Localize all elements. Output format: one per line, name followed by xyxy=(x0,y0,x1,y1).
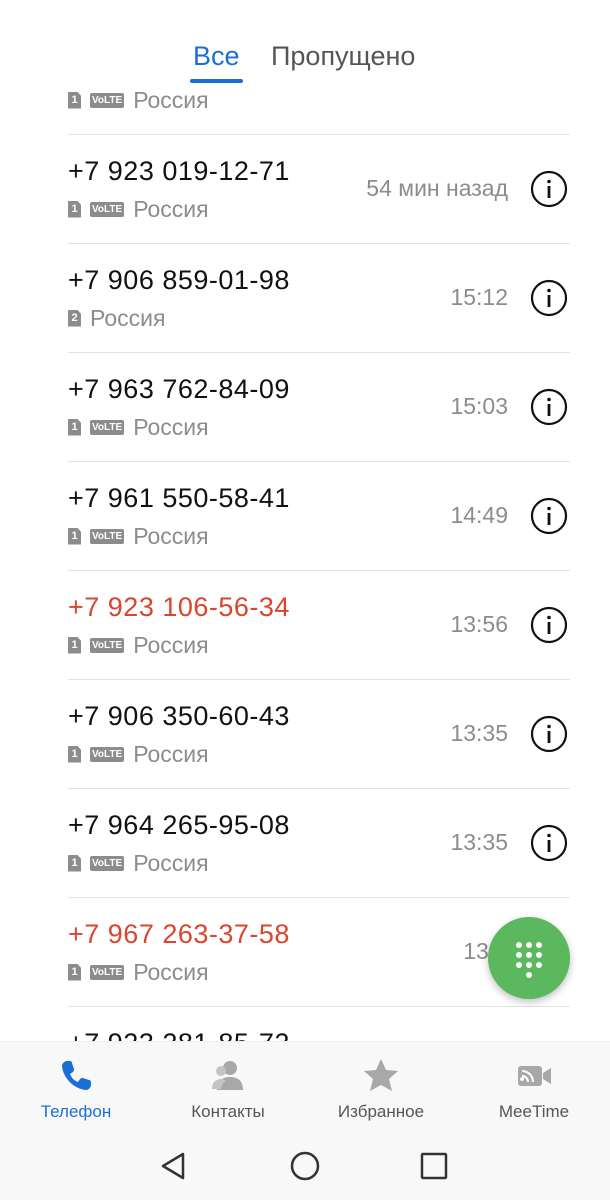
sim-card-icon: 2 xyxy=(68,309,81,327)
volte-badge-icon: VoLTE xyxy=(90,637,125,653)
sim-card-icon: 1 xyxy=(68,963,81,981)
volte-badge-icon: VoLTE xyxy=(90,528,125,544)
tab-missed[interactable]: Пропущено xyxy=(271,38,415,74)
info-icon[interactable] xyxy=(530,497,568,535)
star-icon xyxy=(364,1059,398,1091)
call-subtitle: 2 Россия xyxy=(68,304,165,332)
call-subtitle: 1 VoLTE Россия xyxy=(68,958,209,986)
call-time: 54 мин назад xyxy=(366,175,508,201)
info-icon[interactable] xyxy=(530,170,568,208)
info-icon[interactable] xyxy=(530,715,568,753)
call-log-row[interactable]: +7 923 106-56-34 1 VoLTE Россия 13:56 xyxy=(68,571,570,680)
nav-label-contacts: Контакты xyxy=(191,1102,265,1121)
volte-badge-icon: VoLTE xyxy=(90,746,125,762)
call-log-tabs: Все Пропущено xyxy=(0,0,610,90)
call-log-row[interactable]: +7 923 019-12-71 1 VoLTE Россия 54 мин назад xyxy=(68,135,570,244)
call-time: 14:49 xyxy=(450,502,508,528)
call-time: 13:35 xyxy=(450,829,508,855)
sim-card-icon: 1 xyxy=(68,745,81,763)
call-number: +7 906 859-01-98 xyxy=(68,265,290,295)
info-icon[interactable] xyxy=(530,824,568,862)
sim-card-icon: 1 xyxy=(68,91,81,109)
info-icon[interactable] xyxy=(530,388,568,426)
call-time: 15:12 xyxy=(450,284,508,310)
call-time: 15:03 xyxy=(450,393,508,419)
call-log-row[interactable]: +7 961 550-58-41 1 VoLTE Россия 14:49 xyxy=(68,462,570,571)
call-log-row[interactable]: +7 923 281-85-721VoLTEРоссия xyxy=(68,1007,570,1041)
call-log-row[interactable]: +7 906 350-60-43 1 VoLTE Россия 13:35 xyxy=(68,680,570,789)
call-subtitle: 1 VoLTE Россия xyxy=(68,195,209,223)
dialpad-icon xyxy=(516,942,542,978)
sim-card-icon: 1 xyxy=(68,527,81,545)
call-number: +7 961 550-58-41 xyxy=(68,483,290,513)
phone-icon xyxy=(62,1061,91,1090)
info-icon[interactable] xyxy=(530,606,568,644)
call-location: Россия xyxy=(133,86,209,113)
call-number: +7 964 265-95-08 xyxy=(68,810,290,840)
tab-all[interactable]: Все xyxy=(193,38,240,74)
call-subtitle: 1 VoLTE Россия xyxy=(68,740,209,768)
nav-item-favorites[interactable]: Избранное xyxy=(305,1042,457,1132)
system-navigation-bar xyxy=(0,1131,610,1200)
nav-label-phone: Телефон xyxy=(40,1102,112,1121)
volte-badge-icon: VoLTE xyxy=(90,92,125,108)
call-location: Россия xyxy=(133,740,209,767)
call-location: Россия xyxy=(133,413,209,440)
call-subtitle: 1 VoLTE Россия xyxy=(68,413,209,441)
dialpad-button[interactable] xyxy=(488,917,570,999)
call-log-row[interactable]: +7 964 265-95-08 1 VoLTE Россия 13:35 xyxy=(68,789,570,898)
call-time: 13:35 xyxy=(450,720,508,746)
sim-card-icon: 1 xyxy=(68,418,81,436)
call-time: 13:56 xyxy=(450,611,508,637)
nav-item-phone[interactable]: Телефон xyxy=(0,1042,152,1132)
call-subtitle: 1 VoLTE Россия xyxy=(68,631,209,659)
call-subtitle: 1 VoLTE Россия xyxy=(68,522,209,550)
meetime-icon xyxy=(518,1066,551,1086)
call-log-list[interactable]: 1 VoLTE Россия +7 923 019-12-71 1 VoLTE Россия… xyxy=(0,0,610,1041)
volte-badge-icon: VoLTE xyxy=(90,964,125,980)
call-number: +7 923 019-12-71 xyxy=(68,156,290,186)
missed-call-number: +7 967 263-37-58 xyxy=(68,919,290,949)
home-icon[interactable] xyxy=(288,1149,322,1183)
call-location: Россия xyxy=(133,195,209,222)
volte-badge-icon: VoLTE xyxy=(90,419,125,435)
call-location: Россия xyxy=(90,304,166,331)
sim-card-icon: 1 xyxy=(68,636,81,654)
nav-item-contacts[interactable]: Контакты xyxy=(152,1042,304,1132)
missed-call-number: +7 923 106-56-34 xyxy=(68,592,290,622)
call-location: Россия xyxy=(133,849,209,876)
call-number: +7 906 350-60-43 xyxy=(68,701,290,731)
bottom-navigation: Телефон Контакты Избранное MeeTime xyxy=(0,1041,610,1131)
call-location: Россия xyxy=(133,631,209,658)
active-tab-indicator xyxy=(190,79,243,83)
call-log-row[interactable]: +7 963 762-84-09 1 VoLTE Россия 15:03 xyxy=(68,353,570,462)
volte-badge-icon: VoLTE xyxy=(90,855,125,871)
call-location: Россия xyxy=(133,522,209,549)
call-subtitle: 1 VoLTE Россия xyxy=(68,86,209,114)
call-number: +7 923 281-85-72 xyxy=(68,1026,290,1041)
nav-label-favorites: Избранное xyxy=(337,1102,425,1121)
call-location: Россия xyxy=(133,958,209,985)
volte-badge-icon: VoLTE xyxy=(90,201,125,217)
recents-icon[interactable] xyxy=(417,1149,451,1183)
nav-item-meetime[interactable]: MeeTime xyxy=(458,1042,610,1132)
sim-card-icon: 1 xyxy=(68,854,81,872)
call-subtitle: 1 VoLTE Россия xyxy=(68,849,209,877)
nav-label-meetime: MeeTime xyxy=(498,1102,570,1121)
sim-card-icon: 1 xyxy=(68,200,81,218)
call-log-row[interactable]: +7 906 859-01-98 2 Россия 15:12 xyxy=(68,244,570,353)
contacts-icon xyxy=(212,1061,243,1090)
back-icon[interactable] xyxy=(157,1149,191,1183)
info-icon[interactable] xyxy=(530,279,568,317)
call-number: +7 963 762-84-09 xyxy=(68,374,290,404)
